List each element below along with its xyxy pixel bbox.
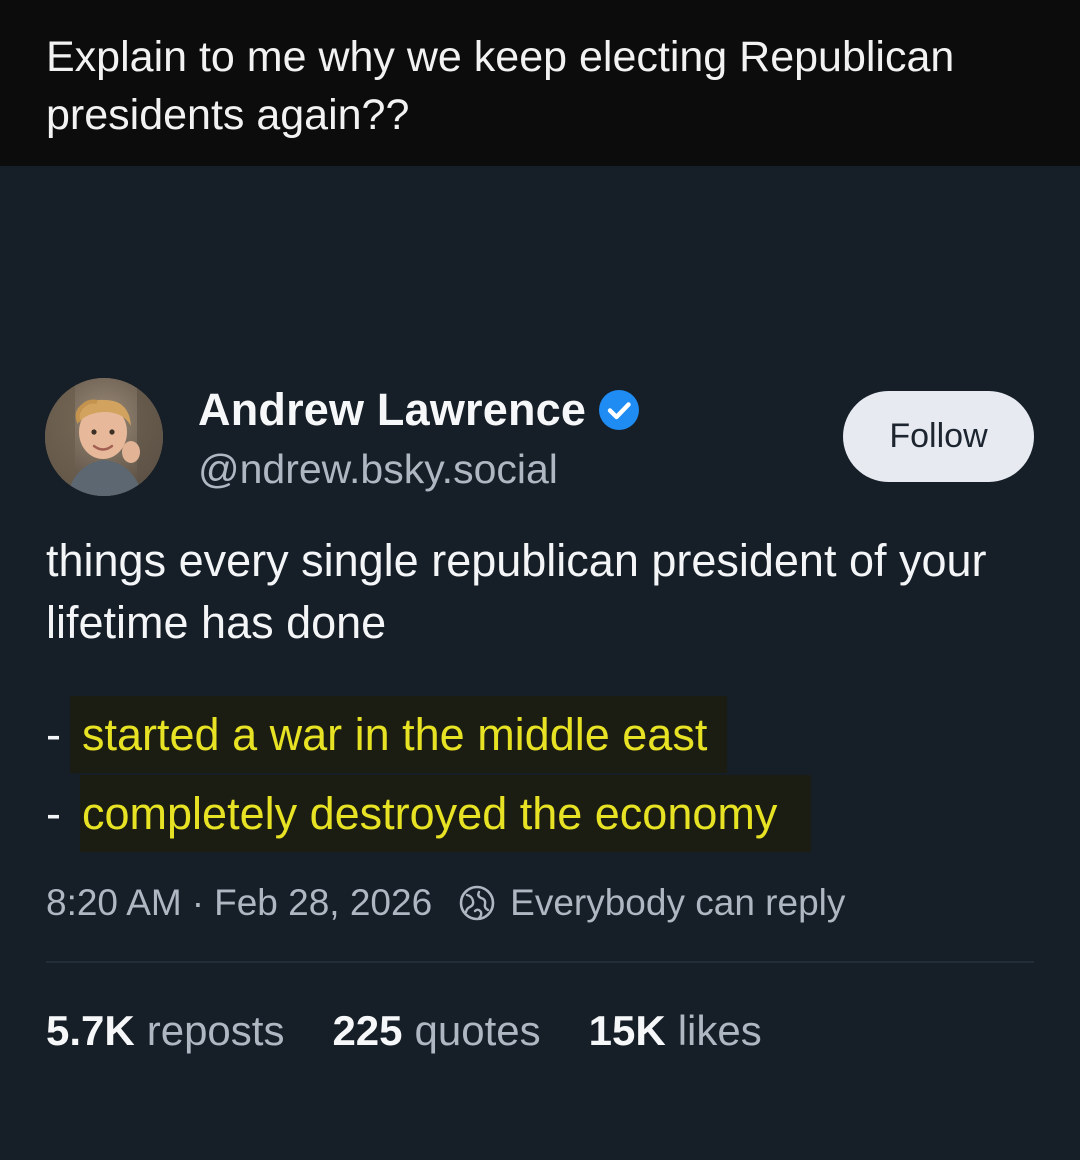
post-time[interactable]: 8:20 AM (46, 882, 182, 924)
highlighted-text: completely destroyed the economy (80, 775, 812, 852)
likes-count: 15K (588, 1007, 666, 1054)
avatar[interactable] (45, 378, 163, 496)
divider (46, 961, 1034, 963)
reposts-label: reposts (146, 1007, 285, 1054)
post-text: things every single republican president… (46, 530, 1036, 654)
author-handle[interactable]: @ndrew.bsky.social (198, 446, 558, 493)
post-date[interactable]: Feb 28, 2026 (214, 882, 432, 924)
highlighted-text: started a war in the middle east (70, 696, 728, 773)
post-stats: 5.7K reposts 225 quotes 15K likes (46, 1003, 810, 1059)
quotes-label: quotes (414, 1007, 541, 1054)
author-name-row: Andrew Lawrence (198, 380, 640, 440)
caption-text: Explain to me why we keep electing Repub… (46, 33, 955, 139)
globe-icon (458, 884, 496, 922)
verified-check-icon[interactable] (598, 389, 640, 431)
reposts-count: 5.7K (46, 1007, 135, 1054)
post-intro: things every single republican president… (46, 535, 987, 648)
caption-bar: Explain to me why we keep electing Repub… (0, 0, 1080, 166)
author-display-name[interactable]: Andrew Lawrence (198, 384, 586, 436)
list-item: - started a war in the middle east (46, 696, 728, 773)
reposts-stat[interactable]: 5.7K reposts (46, 1007, 284, 1055)
post-card: Andrew Lawrence @ndrew.bsky.social Follo… (0, 166, 1080, 1160)
likes-label: likes (677, 1007, 762, 1054)
follow-button[interactable]: Follow (843, 391, 1034, 482)
meta-separator: · (191, 882, 205, 923)
post-meta: 8:20 AM · Feb 28, 2026 Everybody can rep… (46, 876, 845, 930)
quotes-stat[interactable]: 225 quotes (332, 1007, 540, 1055)
likes-stat[interactable]: 15K likes (589, 1007, 762, 1055)
reply-setting[interactable]: Everybody can reply (510, 882, 845, 924)
list-item: - completely destroyed the economy (46, 775, 812, 852)
avatar-image (45, 378, 163, 496)
quotes-count: 225 (332, 1007, 403, 1054)
list-dash: - (46, 787, 61, 839)
